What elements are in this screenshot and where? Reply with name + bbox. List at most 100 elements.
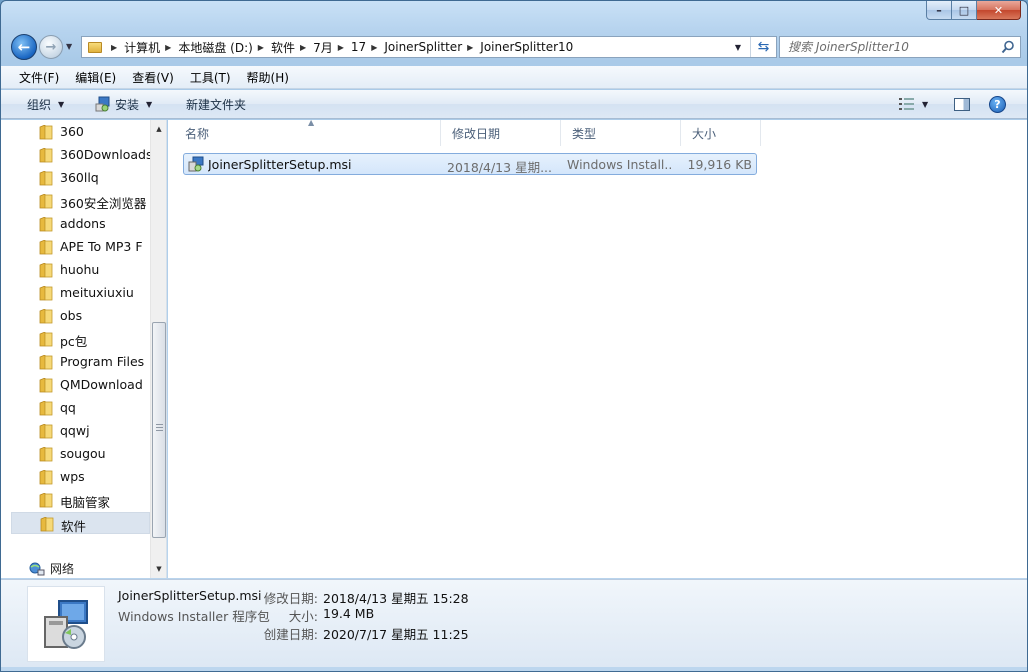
preview-pane-button[interactable] [954,90,970,118]
breadcrumb-label: 软件 [270,40,295,55]
breadcrumb-item[interactable]: 软件 [271,39,295,56]
folder-icon [39,424,53,439]
tree-item[interactable]: meituxiuxiu [11,282,150,304]
tree-item[interactable]: wps [11,466,150,488]
chevron-right-icon[interactable]: ▶ [258,43,264,52]
file-row[interactable]: JoinerSplitterSetup.msi 2018/4/13 星期... … [183,153,757,175]
tree-item[interactable]: obs [11,305,150,327]
back-button[interactable]: ← [11,34,37,60]
install-button[interactable]: 安装 ▼ [95,90,152,118]
menu-edit[interactable]: 编辑(E) [67,69,124,86]
scrollbar-thumb[interactable] [152,322,166,538]
install-label: 安装 [115,97,140,112]
column-header-type[interactable]: 类型 [561,120,681,146]
column-label: 名称 [185,126,210,141]
tree-item[interactable]: 电脑管家 [11,489,150,511]
tree-label: 360 [60,124,84,139]
folder-icon [39,240,53,255]
folder-icon [39,194,53,209]
tree-item[interactable]: 360llq [11,167,150,189]
network-icon [29,562,45,575]
folder-icon [39,355,53,370]
column-header-size[interactable]: 大小 [681,120,761,146]
chevron-right-icon[interactable]: ▶ [371,43,377,52]
change-view-button[interactable]: ▼ [899,90,928,118]
breadcrumb-item[interactable]: 计算机 [124,39,160,56]
organize-button[interactable]: 组织 ▼ [27,90,64,118]
organize-label: 组织 [27,97,52,112]
tree-item[interactable]: 360 [11,121,150,143]
search-icon[interactable] [1001,40,1015,54]
column-header-name[interactable]: 名称 ▲ [174,118,441,146]
refresh-icon[interactable]: ⇆ [750,37,776,57]
details-created-label: 创建日期: [263,627,318,642]
file-thumbnail [27,586,105,662]
column-header-date[interactable]: 修改日期 [441,120,561,146]
tree-item-network[interactable]: 网络 [29,560,74,577]
help-button[interactable]: ? [989,90,1006,118]
search-input[interactable] [788,40,998,54]
breadcrumb-label: 17 [350,40,367,54]
menu-bar: 文件(F) 编辑(E) 查看(V) 工具(T) 帮助(H) [1,66,1027,89]
chevron-right-icon[interactable]: ▶ [111,43,117,52]
tree-item[interactable]: qq [11,397,150,419]
msi-file-icon [188,156,204,172]
chevron-down-icon: ▼ [146,99,153,109]
menu-view[interactable]: 查看(V) [124,69,182,86]
breadcrumb-item[interactable]: JoinerSplitter [384,40,462,54]
tree-item[interactable]: APE To MP3 F [11,236,150,258]
new-folder-button[interactable]: 新建文件夹 [186,90,246,118]
tree-item[interactable]: qqwj [11,420,150,442]
scroll-down-icon[interactable]: ▼ [151,561,166,577]
folder-icon [39,309,53,324]
folder-icon [39,332,53,347]
close-button[interactable]: ✕ [977,1,1021,20]
folder-icon [39,470,53,485]
preview-pane-icon [954,97,970,111]
tree-item[interactable]: sougou [11,443,150,465]
breadcrumb-item[interactable]: JoinerSplitter10 [480,40,573,54]
folder-icon [39,125,53,140]
tree-item[interactable]: QMDownload [11,374,150,396]
tree-item[interactable]: pc包 [11,328,150,350]
tree-label: Program Files [60,354,145,369]
tree-label: 网络 [50,562,75,576]
command-bar: 组织 ▼ 安装 ▼ 新建文件夹 ▼ ? [1,90,1027,119]
breadcrumb-item[interactable]: 本地磁盘 (D:) [178,39,252,56]
folder-icon [39,401,53,416]
tree-label: obs [60,308,83,323]
chevron-right-icon[interactable]: ▶ [165,43,171,52]
minimize-button[interactable]: – [926,1,952,20]
help-icon: ? [989,95,1006,113]
recent-pages-dropdown-icon[interactable]: ▼ [66,42,72,51]
breadcrumb-item[interactable]: 17 [351,40,366,54]
address-dropdown-icon[interactable]: ▼ [728,37,748,57]
search-box[interactable] [779,36,1021,58]
tree-item[interactable]: huohu [11,259,150,281]
tree-item[interactable]: 360安全浏览器 [11,190,150,212]
address-bar[interactable]: ▶ 计算机 ▶ 本地磁盘 (D:) ▶ 软件 ▶ 7月 ▶ 17 ▶ Joine… [81,36,777,58]
explorer-window: – □ ✕ ← → ▼ ▶ 计算机 ▶ 本地磁盘 (D:) ▶ 软件 ▶ 7月 … [0,0,1028,672]
forward-button[interactable]: → [39,35,63,59]
breadcrumb-label: 计算机 [124,40,161,55]
chevron-right-icon[interactable]: ▶ [467,43,473,52]
file-type: Windows Install... [567,157,671,172]
menu-help[interactable]: 帮助(H) [239,69,297,86]
menu-tools[interactable]: 工具(T) [182,69,239,86]
scroll-up-icon[interactable]: ▲ [151,121,166,137]
details-file-name: JoinerSplitterSetup.msi [118,588,262,603]
tree-item[interactable]: 360Downloads [11,144,150,166]
folder-icon [39,217,53,232]
tree-item[interactable]: Program Files [11,351,150,373]
tree-item[interactable]: 软件 [11,512,150,534]
breadcrumb-item[interactable]: 7月 [313,39,333,56]
chevron-right-icon[interactable]: ▶ [300,43,306,52]
menu-file[interactable]: 文件(F) [11,69,67,86]
details-created-value: 2020/7/17 星期五 11:25 [323,627,469,642]
tree-item[interactable]: addons [11,213,150,235]
maximize-button[interactable]: □ [952,1,977,20]
chevron-right-icon[interactable]: ▶ [338,43,344,52]
navigation-scrollbar[interactable]: ▲ ▼ [150,120,166,578]
folder-icon [39,148,53,163]
navigation-bar: ← → ▼ ▶ 计算机 ▶ 本地磁盘 (D:) ▶ 软件 ▶ 7月 ▶ 17 ▶… [9,32,1021,62]
